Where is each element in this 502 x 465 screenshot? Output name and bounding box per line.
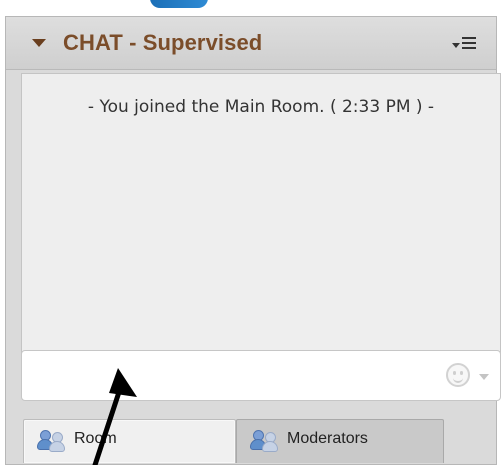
menu-line-icon — [462, 47, 476, 49]
menu-line-icon — [462, 37, 476, 39]
user-body-icon — [49, 441, 65, 452]
collapse-triangle-icon[interactable] — [32, 39, 46, 47]
emoji-picker[interactable] — [424, 351, 500, 400]
page-header-fragment — [150, 0, 208, 8]
tab-moderators-label: Moderators — [287, 430, 368, 447]
chat-panel-title: CHAT - Supervised — [63, 30, 263, 55]
chat-panel-header: CHAT - Supervised — [6, 17, 496, 70]
menu-line-icon — [462, 42, 476, 44]
smiley-eye-icon — [460, 371, 463, 375]
chat-message: - You joined the Main Room. ( 2:33 PM ) … — [87, 97, 435, 117]
pointer-arrow-icon — [92, 368, 137, 465]
users-icon — [250, 429, 282, 452]
user-body-icon — [262, 441, 278, 452]
menu-caret-icon — [452, 43, 460, 48]
smiley-eye-icon — [453, 371, 456, 375]
chat-message-area: - You joined the Main Room. ( 2:33 PM ) … — [21, 73, 501, 354]
tab-moderators[interactable]: Moderators — [236, 419, 444, 463]
users-icon — [37, 429, 69, 452]
chat-panel: CHAT - Supervised - You joined the Main … — [5, 16, 501, 465]
panel-menu-icon[interactable] — [452, 32, 478, 54]
smiley-icon[interactable] — [446, 363, 470, 387]
smiley-mouth-icon — [453, 376, 463, 383]
top-strip — [0, 0, 502, 16]
emoji-caret-icon[interactable] — [479, 374, 489, 380]
